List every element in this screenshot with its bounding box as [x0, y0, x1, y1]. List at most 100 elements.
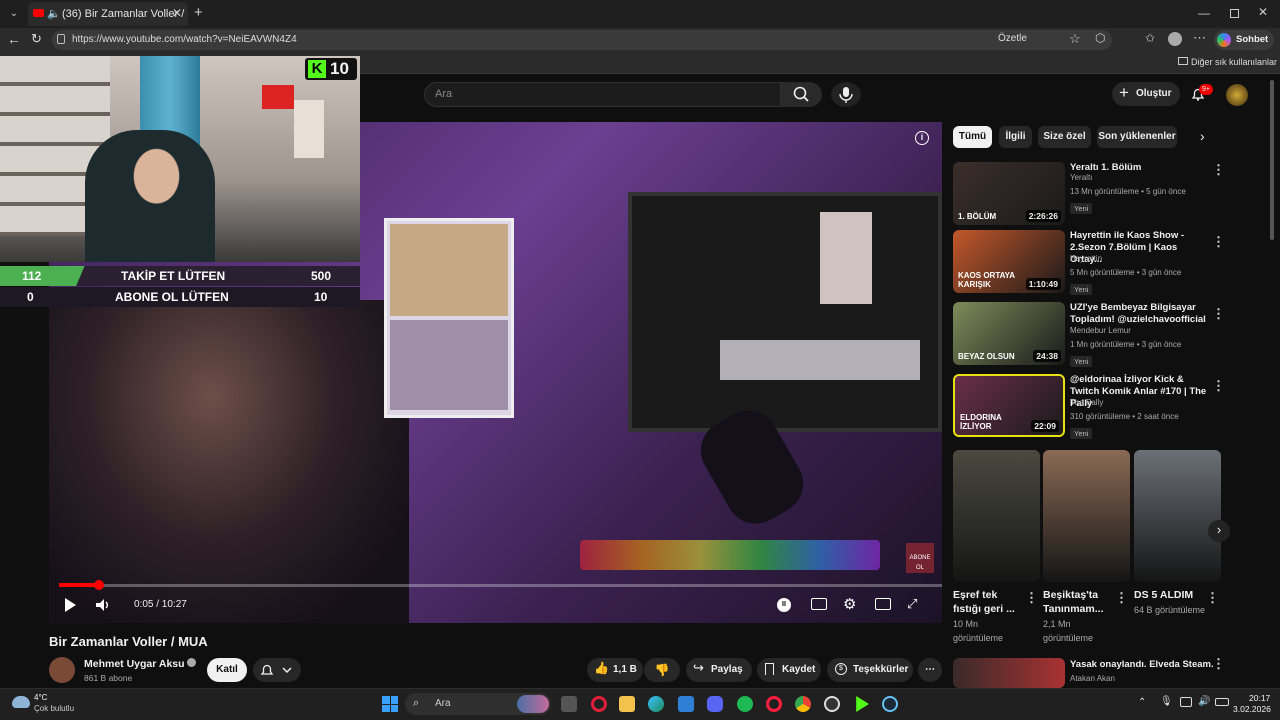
mic-button[interactable]	[831, 82, 861, 107]
chips-next-icon[interactable]: ›	[1200, 128, 1205, 144]
tab-close-icon[interactable]: ✕	[172, 6, 182, 20]
chip-recent[interactable]: Son yüklenenler	[1097, 126, 1177, 148]
progress-scrubber[interactable]	[93, 580, 104, 590]
related-more-partial[interactable]: ⋮	[1212, 656, 1225, 672]
related-channel[interactable]: Yeraltı	[1070, 172, 1092, 184]
kick-count: 10	[330, 59, 349, 78]
tab-list-chevron-icon[interactable]: ⌄	[6, 6, 22, 22]
related-channel[interactable]: Mendebur Lemur	[1070, 325, 1131, 337]
new-tab-icon[interactable]: +	[194, 4, 203, 21]
start-button[interactable]	[382, 696, 398, 712]
related-thumbnail[interactable]: ELDORINA İZLİYOR 22:09	[953, 374, 1065, 437]
progress-bar[interactable]	[59, 584, 942, 587]
subscribe-watermark[interactable]: ABONE OL	[906, 543, 934, 573]
spotify-icon[interactable]	[737, 696, 753, 712]
speaker-icon[interactable]: 🔈	[47, 7, 61, 20]
weather-icon[interactable]	[12, 696, 30, 708]
pause-autoplay-icon[interactable]: II	[777, 598, 791, 612]
search-input[interactable]: Ara	[424, 82, 781, 107]
other-bookmarks[interactable]: Diğer sık kullanılanlar	[1178, 57, 1277, 67]
profile-icon[interactable]	[1168, 32, 1182, 46]
opera-icon[interactable]	[591, 696, 607, 712]
short-title[interactable]: Eşref tek fıstığı geri ...	[953, 588, 1028, 616]
play-button[interactable]	[63, 597, 77, 618]
tray-chevron-icon[interactable]: ⌃	[1138, 697, 1146, 708]
join-button[interactable]: Katıl	[207, 658, 247, 682]
related-more-icon[interactable]: ⋮	[1212, 378, 1225, 394]
obs-icon[interactable]	[824, 696, 840, 712]
page-scrollbar[interactable]	[1270, 80, 1274, 240]
weather-text[interactable]: Çok bulutlu	[34, 704, 74, 713]
related-channel-partial[interactable]: Atakan Akan	[1070, 673, 1115, 685]
chrome-icon[interactable]	[795, 696, 811, 712]
clock-time[interactable]: 20:17	[1249, 693, 1270, 703]
chip-for-you[interactable]: Size özel	[1038, 126, 1091, 148]
extensions-icon[interactable]: ⬡	[1095, 31, 1105, 45]
related-title[interactable]: UZI'ye Bembeyaz Bilgisayar Topladım! @uz…	[1070, 302, 1210, 326]
lock-icon[interactable]	[57, 34, 65, 44]
miniplayer-icon[interactable]	[875, 598, 891, 610]
mic-tray-icon[interactable]: 🎙	[1160, 696, 1173, 707]
related-title-partial[interactable]: Yasak onaylandı. Elveda Steam.	[1070, 659, 1215, 671]
back-icon[interactable]: ←	[7, 31, 21, 47]
related-thumbnail[interactable]: KAOS ORTAYA KARIŞIK 1:10:49	[953, 230, 1065, 293]
file-explorer-icon[interactable]	[619, 696, 635, 712]
channel-name[interactable]: Mehmet Uygar Aksu	[84, 658, 197, 670]
channel-avatar[interactable]	[49, 657, 75, 683]
steam-icon[interactable]	[882, 696, 898, 712]
new-badge: Yeni	[1070, 203, 1093, 214]
related-thumbnail[interactable]: BEYAZ OLSUN 24:38	[953, 302, 1065, 365]
favorites-icon[interactable]: ✩	[1145, 31, 1155, 45]
subscription-bell-button[interactable]	[253, 658, 301, 682]
star-icon[interactable]: ☆	[1069, 31, 1081, 47]
short-title[interactable]: DS 5 ALDIM	[1134, 588, 1209, 602]
thumbnail-text: 1. BÖLÜM	[958, 212, 997, 221]
minimize-icon[interactable]: —	[1198, 6, 1210, 20]
short-title[interactable]: Beşiktaş'ta Tanınmam...	[1043, 588, 1118, 616]
subtitles-icon[interactable]	[811, 598, 827, 610]
info-icon[interactable]: i	[915, 131, 929, 145]
thumb-down-icon: 👎	[654, 663, 670, 677]
weather-temp[interactable]: 4°C	[34, 693, 47, 702]
shorts-next-button[interactable]: ›	[1208, 520, 1230, 542]
short-more-icon[interactable]: ⋮	[1025, 590, 1038, 606]
dislike-button[interactable]: 👎	[644, 658, 680, 682]
clock-date[interactable]: 3.02.2026	[1233, 704, 1271, 714]
task-view-icon[interactable]	[561, 696, 577, 712]
bell-icon	[260, 664, 292, 675]
chip-related[interactable]: İlgili	[999, 126, 1032, 148]
chip-all[interactable]: Tümü	[953, 126, 992, 148]
related-channel[interactable]: The Pally	[1070, 397, 1103, 409]
short-thumbnail[interactable]	[953, 450, 1040, 582]
url-field[interactable]: https://www.youtube.com/watch?v=NeiEAVWN…	[52, 30, 1112, 50]
battery-icon[interactable]	[1215, 698, 1229, 706]
account-avatar[interactable]	[1226, 84, 1248, 106]
discord-icon[interactable]	[707, 696, 723, 712]
short-thumbnail[interactable]	[1043, 450, 1130, 582]
related-more-icon[interactable]: ⋮	[1212, 234, 1225, 250]
sub-label: ABONE OL LÜTFEN	[115, 290, 229, 304]
edge-icon[interactable]	[648, 696, 664, 712]
related-more-icon[interactable]: ⋮	[1212, 306, 1225, 322]
summarize-button[interactable]: Özetle	[998, 33, 1027, 44]
volume-button[interactable]	[95, 597, 111, 618]
photos-icon[interactable]	[678, 696, 694, 712]
related-thumbnail[interactable]: 1. BÖLÜM 2:26:26	[953, 162, 1065, 225]
related-channel[interactable]: Hayrettin	[1070, 253, 1102, 265]
maximize-icon[interactable]	[1230, 9, 1239, 18]
fullscreen-icon[interactable]: ⤢	[907, 596, 917, 612]
close-window-icon[interactable]: ✕	[1258, 5, 1268, 19]
settings-icon[interactable]: ⚙	[843, 595, 856, 613]
refresh-icon[interactable]: ↻	[31, 31, 42, 47]
short-thumbnail[interactable]	[1134, 450, 1221, 582]
search-button[interactable]	[781, 82, 822, 107]
opera-gx-icon[interactable]	[766, 696, 782, 712]
network-icon[interactable]	[1180, 697, 1192, 707]
speaker-tray-icon[interactable]: 🔊	[1198, 696, 1210, 707]
short-more-icon[interactable]: ⋮	[1206, 590, 1219, 606]
related-more-icon[interactable]: ⋮	[1212, 162, 1225, 178]
more-icon[interactable]: ⋯	[1193, 30, 1206, 46]
short-more-icon[interactable]: ⋮	[1115, 590, 1128, 606]
related-thumb-partial[interactable]	[953, 658, 1065, 688]
more-actions-button[interactable]: ⋯	[918, 658, 942, 682]
